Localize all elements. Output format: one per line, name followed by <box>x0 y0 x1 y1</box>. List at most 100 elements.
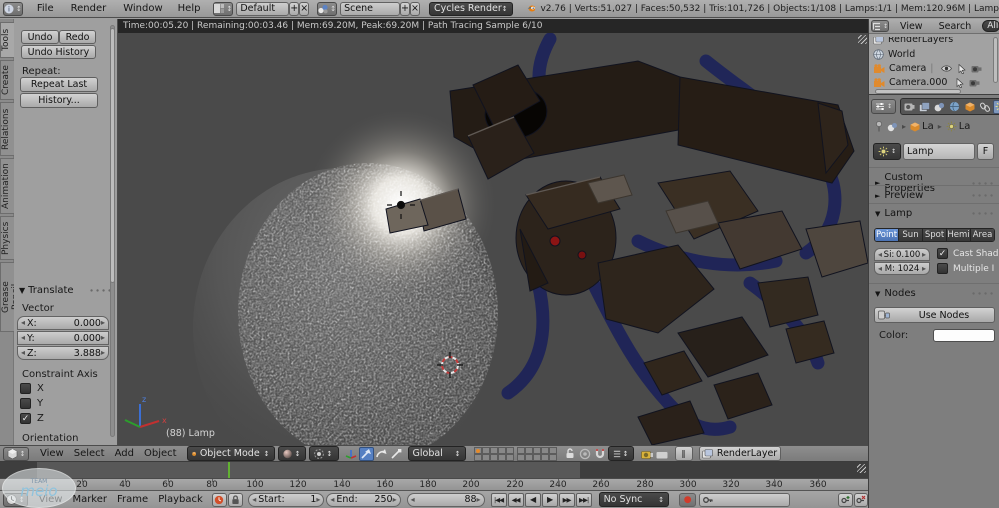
jump-to-prev-keyframe-button[interactable]: ◀◀ <box>508 493 524 507</box>
lamp-size-field[interactable]: ◂ Si: 0.100 ▸ <box>874 248 930 261</box>
render-engine-dropdown[interactable]: Cycles Render ↕ <box>429 2 513 16</box>
region-resize-grip[interactable] <box>857 464 866 473</box>
render-opengl-button[interactable] <box>640 447 655 461</box>
editor-type-outliner-button[interactable]: ↕ <box>871 20 889 32</box>
breadcrumb-data[interactable]: La <box>946 121 971 132</box>
color-swatch[interactable] <box>933 329 995 342</box>
breadcrumb-object[interactable]: La <box>910 121 934 132</box>
constraint-y-row[interactable]: Y <box>20 398 43 409</box>
manipulator-axes-toggle[interactable] <box>344 447 359 461</box>
rotate-manipulator-toggle[interactable] <box>374 447 389 461</box>
jump-to-end-button[interactable]: ▶▶| <box>576 493 592 507</box>
pivot-dropdown[interactable]: ↕ <box>309 446 339 461</box>
start-frame-field[interactable]: ◂ Start: 1 ▸ <box>248 493 324 507</box>
jump-to-next-keyframe-button[interactable]: ▶▶ <box>559 493 575 507</box>
menu-help[interactable]: Help <box>173 3 206 14</box>
arrow-right-icon[interactable]: ▸ <box>922 251 926 259</box>
tab-grease-pencil[interactable]: Grease Pencil <box>0 262 14 332</box>
editor-type-properties-button[interactable]: ↕ <box>871 99 896 114</box>
outliner-item-world[interactable]: World <box>873 48 915 61</box>
keying-set-field[interactable] <box>699 493 790 507</box>
checkbox-z-checked[interactable]: ✓ <box>20 413 31 424</box>
outliner-item-camera[interactable]: Camera | <box>873 62 996 75</box>
lock-range-toggle[interactable] <box>228 493 243 507</box>
tab-animation[interactable]: Animation <box>0 158 14 214</box>
renderlayer-button[interactable]: RenderLayer <box>699 446 781 461</box>
arrow-right-icon[interactable]: ▸ <box>101 319 105 327</box>
id-name-field[interactable]: Lamp <box>903 143 975 160</box>
panel-drag-dots[interactable]: ∙∙∙∙ <box>971 179 995 188</box>
menu-window[interactable]: Window <box>118 3 167 14</box>
play-button[interactable]: ▶ <box>542 493 558 507</box>
tab-render-layers[interactable] <box>918 100 931 113</box>
tab-create[interactable]: Create <box>0 60 14 100</box>
cast-shadow-row[interactable]: ✓ Cast Shad <box>937 248 999 259</box>
constraint-z-row[interactable]: ✓Z <box>20 413 44 424</box>
history-button[interactable]: History... <box>20 93 98 108</box>
arrow-right-icon[interactable]: ▸ <box>393 496 397 504</box>
redo-button[interactable]: Redo <box>59 30 96 44</box>
mode-dropdown[interactable]: Object Mode ↕ <box>187 446 275 461</box>
arrow-right-icon[interactable]: ▸ <box>101 349 105 357</box>
lamp-browse-dropdown[interactable]: ↕ <box>873 143 901 160</box>
lamp-map-resolution-field[interactable]: ◂ M: 1024 ▸ <box>874 262 930 275</box>
renderability-camera-icon[interactable] <box>969 78 980 87</box>
outliner-vscrollbar[interactable] <box>993 37 998 83</box>
toolshelf-scrollbar[interactable] <box>110 28 115 283</box>
current-frame-field[interactable]: ◂ 88 ▸ <box>407 493 485 507</box>
menu-tl-playback[interactable]: Playback <box>153 494 208 505</box>
arrow-left-icon[interactable]: ◂ <box>21 319 25 327</box>
undo-history-button[interactable]: Undo History <box>21 45 96 59</box>
selectability-cursor-icon[interactable] <box>956 78 964 88</box>
layers-grid-2[interactable] <box>517 447 557 461</box>
tab-object-data-active[interactable] <box>993 100 999 114</box>
menu-view[interactable]: View <box>35 448 69 459</box>
visibility-eye-icon[interactable] <box>941 64 952 73</box>
scene-name-field[interactable]: Scene <box>340 2 400 16</box>
tab-relations[interactable]: Relations <box>0 102 14 156</box>
lamp-type-sun[interactable]: Sun <box>899 229 923 241</box>
proportional-edit-toggle[interactable] <box>578 447 593 461</box>
breadcrumb-scene-icon[interactable] <box>887 122 898 132</box>
lock-to-scene-toggle[interactable] <box>563 447 578 461</box>
multiple-importance-row[interactable]: Multiple I <box>937 263 994 274</box>
screen-layout-icon-button[interactable]: ↕ <box>213 2 233 16</box>
tab-object[interactable] <box>963 100 976 113</box>
fake-user-button[interactable]: F <box>977 143 994 160</box>
multiple-importance-checkbox[interactable] <box>937 263 948 274</box>
menu-outliner-search[interactable]: Search <box>934 21 977 32</box>
selectability-cursor-icon[interactable] <box>958 64 966 74</box>
panel-drag-dots[interactable]: ∙∙∙∙ <box>971 209 995 218</box>
sync-dropdown[interactable]: No Sync ↕ <box>599 492 670 507</box>
arrow-right-icon[interactable]: ▸ <box>316 496 320 504</box>
viewport-3d[interactable]: z x Time:00:05.20 | Remaining:00:03.46 |… <box>118 19 868 445</box>
current-frame-line[interactable] <box>228 462 230 478</box>
outliner-scope-dropdown[interactable]: All S <box>982 20 999 32</box>
arrow-left-icon[interactable]: ◂ <box>252 496 256 504</box>
arrow-left-icon[interactable]: ◂ <box>878 251 882 259</box>
preview-panel-header[interactable]: ►Preview ∙∙∙∙ <box>875 190 995 201</box>
repeat-last-button[interactable]: Repeat Last <box>20 77 98 92</box>
use-preview-range-toggle[interactable] <box>212 493 227 507</box>
menu-tl-marker[interactable]: Marker <box>67 494 112 505</box>
menu-object[interactable]: Object <box>139 448 182 459</box>
use-nodes-button[interactable]: Use Nodes <box>874 307 995 323</box>
lamp-type-hemi[interactable]: Hemi <box>947 229 971 241</box>
tab-scene[interactable] <box>933 100 946 113</box>
menu-add[interactable]: Add <box>110 448 139 459</box>
arrow-left-icon[interactable]: ◂ <box>878 265 882 273</box>
layers-grid-1[interactable] <box>474 447 514 461</box>
timeline-ruler[interactable]: 20 40 60 80 100 120 140 160 180 200 220 … <box>0 462 868 490</box>
translate-z-field[interactable]: ◂ Z: 3.888 ▸ <box>17 346 109 360</box>
menu-tl-frame[interactable]: Frame <box>112 494 153 505</box>
snap-toggle[interactable] <box>593 447 608 461</box>
shading-dropdown[interactable]: ↕ <box>278 446 306 461</box>
panel-drag-dots[interactable]: ∙∙∙∙ <box>971 191 995 200</box>
editor-type-3dview-button[interactable]: ↕ <box>3 447 29 461</box>
translate-x-field[interactable]: ◂ X: 0.000 ▸ <box>17 316 109 330</box>
auto-keyframe-record-button[interactable]: ● <box>679 493 696 507</box>
delete-keyframe-button[interactable] <box>854 493 868 507</box>
arrow-left-icon[interactable]: ◂ <box>21 349 25 357</box>
lamp-type-point[interactable]: Point <box>875 229 899 241</box>
outliner-item-renderlayers[interactable]: RenderLayers <box>873 33 953 46</box>
